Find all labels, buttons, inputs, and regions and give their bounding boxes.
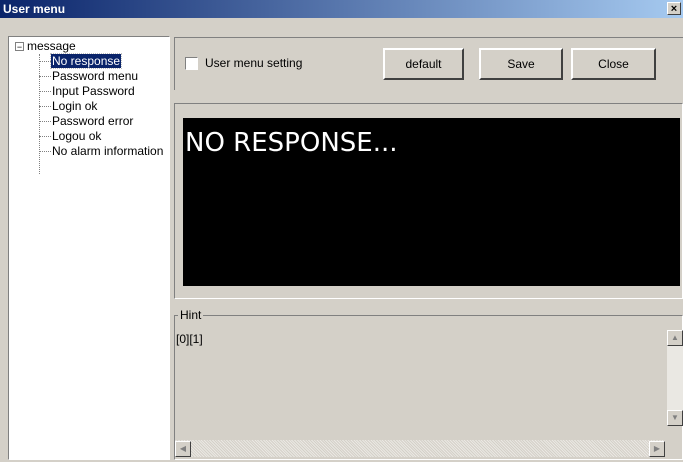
- user-menu-setting-label[interactable]: User menu setting: [205, 56, 302, 70]
- tree-item-password-menu[interactable]: Password menu: [39, 69, 139, 84]
- lcd-display: NO RESPONSE...: [183, 118, 680, 286]
- message-tree[interactable]: − message No response Password menu Input…: [8, 36, 170, 460]
- hint-text: [0][1]: [176, 332, 203, 346]
- tree-item-no-alarm-information[interactable]: No alarm information: [39, 144, 164, 159]
- default-button[interactable]: default: [383, 48, 464, 80]
- close-icon[interactable]: ×: [667, 2, 681, 15]
- scroll-down-icon[interactable]: ▼: [667, 410, 683, 426]
- tree-item-no-response[interactable]: No response: [39, 53, 123, 69]
- hint-vertical-scrollbar[interactable]: ▲ ▼: [666, 330, 683, 426]
- scroll-left-icon[interactable]: ◀: [175, 441, 191, 457]
- window-title: User menu: [3, 2, 66, 16]
- collapse-icon[interactable]: −: [15, 42, 24, 52]
- hint-label: Hint: [178, 308, 204, 322]
- close-button[interactable]: Close: [571, 48, 656, 80]
- tree-root[interactable]: − message: [15, 39, 76, 53]
- scroll-right-icon[interactable]: ▶: [649, 441, 665, 457]
- tree-root-label: message: [27, 39, 76, 53]
- user-menu-setting-checkbox[interactable]: [185, 57, 198, 70]
- hint-horizontal-scrollbar[interactable]: ◀ ▶: [175, 440, 665, 457]
- save-button[interactable]: Save: [479, 48, 563, 80]
- tree-item-login-ok[interactable]: Login ok: [39, 99, 98, 114]
- tree-item-password-error[interactable]: Password error: [39, 114, 134, 129]
- tree-item-input-password[interactable]: Input Password: [39, 84, 136, 99]
- scroll-up-icon[interactable]: ▲: [667, 330, 683, 346]
- tree-item-logou-ok[interactable]: Logou ok: [39, 129, 102, 144]
- hint-textarea[interactable]: [175, 325, 665, 458]
- title-bar: User menu ×: [0, 0, 683, 18]
